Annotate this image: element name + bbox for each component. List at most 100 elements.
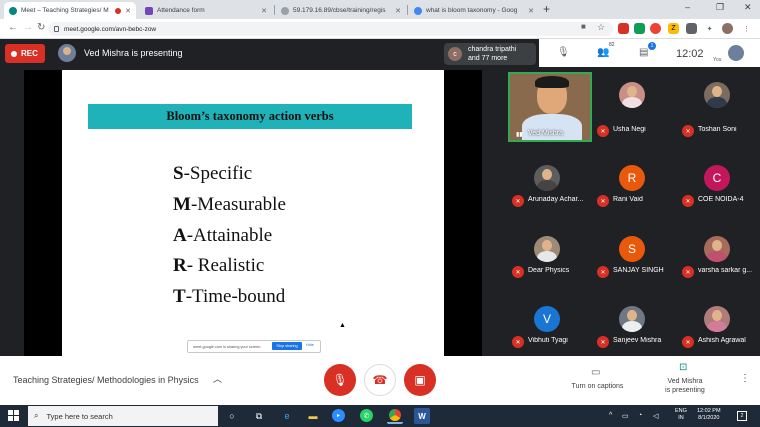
participant-avatar: S (619, 236, 645, 262)
tray-chevron-icon[interactable]: ^ (609, 412, 612, 419)
input-language[interactable]: ENG IN (675, 408, 687, 422)
hang-up-icon: ☎ (372, 373, 388, 387)
chrome-browser-icon[interactable] (387, 408, 403, 424)
chevron-up-icon[interactable]: ︿ (213, 372, 222, 385)
camera-in-use-icon[interactable]: ■ (581, 22, 586, 31)
chrome-menu-icon[interactable]: ⋮ (741, 23, 752, 34)
presenter-avatar (58, 44, 76, 62)
system-clock[interactable]: 12:02 PM 8/1/2020 (697, 408, 721, 422)
network-icon[interactable]: ◔ (638, 412, 642, 419)
participant-name: Dear Physics (528, 267, 570, 274)
participant-name: Rani Vaid (613, 196, 643, 203)
forward-arrow-icon[interactable]: → (23, 22, 33, 33)
extension-camera-icon[interactable] (686, 23, 697, 34)
attendee-count: and 77 more (468, 55, 508, 62)
windows-start-icon[interactable] (8, 410, 19, 421)
tab-google-search[interactable]: what is bloom taxonomy - Goog ✕ (409, 2, 539, 19)
audio-level-icon: ▮▮ (516, 132, 523, 138)
presenting-status: Ved Mishra is presenting (84, 48, 183, 58)
edge-browser-icon[interactable]: e (279, 408, 295, 424)
browser-tab-strip: Meet – Teaching Strategies/ M ✕ Attendan… (0, 0, 760, 19)
url-omnibox[interactable]: meet.google.com/avn-bebc-zow (48, 22, 613, 36)
participant-tile[interactable]: ✕ varsha sarkar g... (675, 236, 760, 307)
mic-muted-icon: ✕ (512, 195, 524, 207)
attendee-name: chandra tripathi (468, 46, 517, 53)
minimize-button[interactable]: – (685, 2, 690, 12)
mic-off-icon[interactable]: 🎙 (557, 47, 570, 58)
chat-icon[interactable]: ▤ (639, 47, 648, 58)
extension-red-icon[interactable] (618, 23, 629, 34)
mic-muted-icon: ✕ (682, 195, 694, 207)
participant-tile[interactable]: R ✕ Rani Vaid (590, 165, 675, 236)
presenting-line-2: is presenting (665, 387, 705, 394)
turn-on-captions-button[interactable]: Turn on captions (560, 383, 635, 390)
extensions-puzzle-icon[interactable]: ✦ (704, 23, 715, 34)
tab-attendance-form[interactable]: Attendance form ✕ (140, 2, 272, 19)
reload-icon[interactable]: ↻ (37, 22, 45, 33)
lock-icon (54, 26, 59, 32)
participant-name: Arunaday Achar... (528, 196, 584, 203)
microphone-toggle-button[interactable]: 🎙 (324, 364, 356, 396)
captions-icon[interactable]: ▭ (591, 367, 600, 378)
meet-header-actions: 🎙 👥 82 ▤ 1 (539, 39, 760, 67)
participant-name: Ashish Agrawal (698, 337, 746, 344)
participant-tile[interactable]: ✕ Toshan Soni (675, 70, 760, 141)
bookmark-star-icon[interactable]: ☆ (597, 22, 605, 33)
cortana-icon[interactable]: ○ (224, 408, 240, 424)
hide-share-notice-button[interactable]: Hide (306, 343, 314, 347)
attendee-avatar: c (448, 47, 462, 61)
camera-toggle-button[interactable]: ▣ (404, 364, 436, 396)
mic-muted-icon: ✕ (512, 336, 524, 348)
self-avatar[interactable] (728, 45, 744, 61)
task-view-icon[interactable]: ⧉ (251, 408, 267, 424)
close-window-button[interactable]: ✕ (744, 2, 752, 13)
participant-grid: ▮▮ Ved Mishra ✕ Usha Negi ✕ Toshan Soni … (505, 70, 760, 356)
stop-sharing-button[interactable]: Stop sharing (272, 342, 302, 350)
battery-icon[interactable]: ▭ (622, 412, 629, 420)
participant-tile[interactable]: ▮▮ Ved Mishra (505, 70, 592, 142)
extension-circle-icon[interactable] (650, 23, 661, 34)
more-options-icon[interactable]: ⋮ (740, 373, 750, 384)
presenting-line-1[interactable]: Ved Mishra (650, 378, 720, 385)
extension-green-icon[interactable] (634, 23, 645, 34)
chat-badge: 1 (648, 42, 656, 50)
mic-off-icon: 🎙 (332, 373, 348, 387)
back-arrow-icon[interactable]: ← (8, 22, 18, 33)
close-tab-icon[interactable]: ✕ (528, 7, 534, 15)
share-notice-text: meet.google.com is sharing your screen. (193, 344, 262, 349)
maximize-button[interactable]: ❐ (716, 2, 724, 13)
mic-muted-icon: ✕ (682, 125, 694, 137)
participant-tile[interactable]: ✕ Arunaday Achar... (505, 165, 590, 236)
extension-z-icon[interactable]: Z (668, 23, 679, 34)
profile-avatar-icon[interactable] (722, 23, 733, 34)
language-code: ENG (675, 408, 687, 414)
globe-favicon-icon (281, 6, 289, 15)
people-icon[interactable]: 👥 (597, 47, 609, 58)
meet-favicon-icon (9, 6, 17, 15)
notifications-icon[interactable]: 2 (737, 411, 747, 421)
meeting-details-title[interactable]: Teaching Strategies/ Methodologies in Ph… (13, 375, 199, 385)
participant-tile[interactable]: ✕ Dear Physics (505, 236, 590, 307)
participant-tile[interactable]: S ✕ SANJAY SINGH (590, 236, 675, 307)
leave-call-button[interactable]: ☎ (364, 364, 396, 396)
tab-cbse-registration[interactable]: 59.179.16.89/cbse/training/regis ✕ (276, 2, 406, 19)
attendee-summary[interactable]: c chandra tripathi and 77 more (444, 43, 536, 65)
participant-name: Vibhuti Tyagi (528, 337, 568, 344)
close-tab-icon[interactable]: ✕ (395, 7, 401, 15)
close-tab-icon[interactable]: ✕ (261, 7, 267, 15)
tab-meet[interactable]: Meet – Teaching Strategies/ M ✕ (4, 2, 136, 19)
participant-tile[interactable]: C ✕ COE NOIDA-4 (675, 165, 760, 236)
taskbar-search-input[interactable]: ⌕ Type here to search (28, 406, 218, 426)
camera-off-icon: ▣ (414, 373, 426, 387)
new-tab-button[interactable]: + (543, 2, 550, 16)
participant-tile[interactable]: ✕ Usha Negi (590, 70, 675, 141)
whatsapp-icon[interactable]: ✆ (360, 409, 373, 422)
close-tab-icon[interactable]: ✕ (125, 7, 131, 15)
volume-icon[interactable]: ◁ (653, 412, 658, 420)
present-screen-icon[interactable]: ⊡ (679, 362, 687, 373)
participant-name: SANJAY SINGH (613, 267, 664, 274)
word-app-icon[interactable]: W (414, 408, 430, 424)
file-explorer-icon[interactable]: ▬ (305, 408, 321, 424)
participant-name: Usha Negi (613, 126, 646, 133)
zoom-app-icon[interactable]: ▸ (332, 409, 345, 422)
